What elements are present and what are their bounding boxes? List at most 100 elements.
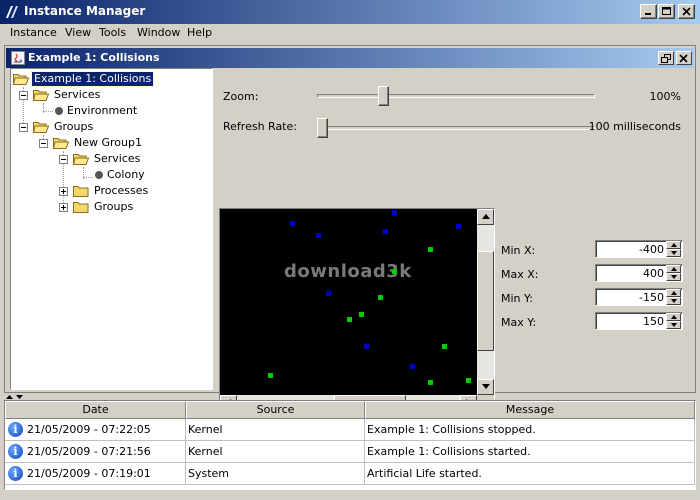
spin-up-button[interactable] xyxy=(666,265,681,273)
tree-node-sub-groups[interactable]: Groups xyxy=(73,199,203,215)
column-header-date[interactable]: Date xyxy=(5,401,186,419)
tree-node-services[interactable]: Services xyxy=(33,87,183,103)
tree-node-sub-services[interactable]: Services xyxy=(73,151,203,167)
spin-down-button[interactable] xyxy=(666,321,681,329)
maximize-icon xyxy=(662,7,671,15)
menu-instance[interactable]: Instance xyxy=(10,26,57,39)
max-x-input[interactable] xyxy=(598,266,664,280)
tree-label-groups: Groups xyxy=(54,120,94,133)
expand-toggle[interactable] xyxy=(59,203,68,212)
particle xyxy=(378,295,383,300)
tree-label-sub-services: Services xyxy=(94,152,141,165)
table-row[interactable]: i 21/05/2009 - 07:21:56 Kernel Example 1… xyxy=(5,441,695,463)
date-cell: i 21/05/2009 - 07:21:56 xyxy=(5,441,186,463)
folder-open-icon xyxy=(73,154,89,165)
particle xyxy=(428,380,433,385)
folder-open-icon xyxy=(33,90,49,101)
menu-view[interactable]: View xyxy=(65,26,91,39)
menu-help[interactable]: Help xyxy=(187,26,212,39)
min-x-spinner[interactable] xyxy=(595,240,683,258)
particle xyxy=(364,344,369,349)
arrow-down-icon xyxy=(671,275,677,279)
spin-up-button[interactable] xyxy=(666,313,681,321)
info-icon: i xyxy=(8,466,23,481)
close-button[interactable] xyxy=(678,4,695,19)
date-text: 21/05/2009 - 07:19:01 xyxy=(27,467,151,480)
expand-toggle[interactable] xyxy=(59,187,68,196)
max-y-spinner[interactable] xyxy=(595,312,683,330)
max-y-input[interactable] xyxy=(598,314,664,328)
app-titlebar[interactable]: Instance Manager xyxy=(0,0,700,24)
particle xyxy=(442,344,447,349)
date-cell: i 21/05/2009 - 07:22:05 xyxy=(5,419,186,441)
tree-node-new-group[interactable]: New Group1 xyxy=(53,135,203,151)
folder-closed-icon xyxy=(73,202,89,213)
min-y-label: Min Y: xyxy=(501,292,533,305)
particle xyxy=(383,229,388,234)
arrow-down-icon[interactable] xyxy=(16,394,23,399)
max-x-spinner[interactable] xyxy=(595,264,683,282)
particle xyxy=(392,269,397,274)
spin-up-button[interactable] xyxy=(666,289,681,297)
zoom-slider-track[interactable] xyxy=(317,94,595,98)
menu-tools[interactable]: Tools xyxy=(99,26,126,39)
arrow-up-icon xyxy=(671,315,677,319)
maximize-button[interactable] xyxy=(658,4,675,19)
menu-window[interactable]: Window xyxy=(137,26,180,39)
frame-close-button[interactable] xyxy=(676,51,692,65)
simulation-panel: Zoom: 100% Refresh Rate: 100 millisecond… xyxy=(215,68,695,412)
leaf-bullet-icon xyxy=(55,107,63,115)
table-row[interactable]: i 21/05/2009 - 07:22:05 Kernel Example 1… xyxy=(5,419,695,441)
collapse-toggle[interactable] xyxy=(39,139,48,148)
date-cell: i 21/05/2009 - 07:19:01 xyxy=(5,463,186,485)
min-y-spinner[interactable] xyxy=(595,288,683,306)
arrow-down-icon xyxy=(671,251,677,255)
zoom-slider-thumb[interactable] xyxy=(378,86,390,106)
vertical-scroll-thumb[interactable] xyxy=(477,251,494,351)
minimize-icon xyxy=(645,13,651,15)
refresh-slider-thumb[interactable] xyxy=(317,118,328,138)
spin-down-button[interactable] xyxy=(666,273,681,281)
refresh-rate-value: 100 milliseconds xyxy=(588,120,681,133)
app-title: Instance Manager xyxy=(24,4,146,18)
refresh-slider-track[interactable] xyxy=(317,126,595,130)
collapse-toggle[interactable] xyxy=(59,155,68,164)
spin-up-button[interactable] xyxy=(666,241,681,249)
spin-down-button[interactable] xyxy=(666,297,681,305)
column-header-message[interactable]: Message xyxy=(365,401,695,419)
min-y-input[interactable] xyxy=(598,290,664,304)
message-cell: Example 1: Collisions stopped. xyxy=(365,419,695,441)
table-row[interactable]: i 21/05/2009 - 07:19:01 System Artificia… xyxy=(5,463,695,485)
source-cell: System xyxy=(186,463,365,485)
tree-node-processes[interactable]: Processes xyxy=(73,183,203,199)
minimize-button[interactable] xyxy=(640,4,657,19)
folder-open-icon xyxy=(33,122,49,133)
arrow-up-icon[interactable] xyxy=(6,394,13,399)
log-table[interactable]: Date Source Message i 21/05/2009 - 07:22… xyxy=(4,400,696,490)
particle xyxy=(290,221,295,226)
arrow-up-icon xyxy=(671,243,677,247)
restore-icon xyxy=(661,54,671,63)
scroll-up-button[interactable] xyxy=(477,209,494,225)
leaf-bullet-icon xyxy=(95,171,103,179)
spin-down-button[interactable] xyxy=(666,249,681,257)
vertical-scrollbar[interactable] xyxy=(477,209,494,395)
tree-node-environment[interactable]: Environment xyxy=(53,103,193,119)
column-header-source[interactable]: Source xyxy=(186,401,365,419)
collapse-toggle[interactable] xyxy=(19,123,28,132)
collapse-toggle[interactable] xyxy=(19,91,28,100)
max-y-label: Max Y: xyxy=(501,316,537,329)
tree-node-root[interactable]: Example 1: Collisions xyxy=(13,71,203,87)
particle xyxy=(410,364,415,369)
frame-restore-button[interactable] xyxy=(658,51,674,65)
tree-node-colony[interactable]: Colony xyxy=(93,167,203,183)
min-x-input[interactable] xyxy=(598,242,664,256)
simulation-canvas[interactable]: download3k xyxy=(220,209,477,395)
particle xyxy=(268,373,273,378)
frame-titlebar[interactable]: Example 1: Collisions xyxy=(6,48,694,68)
scroll-down-button[interactable] xyxy=(477,379,494,395)
folder-closed-icon xyxy=(73,186,89,197)
source-cell: Kernel xyxy=(186,441,365,463)
tree-node-groups[interactable]: Groups xyxy=(33,119,183,135)
instance-tree[interactable]: Example 1: Collisions Services Environme… xyxy=(10,68,213,390)
